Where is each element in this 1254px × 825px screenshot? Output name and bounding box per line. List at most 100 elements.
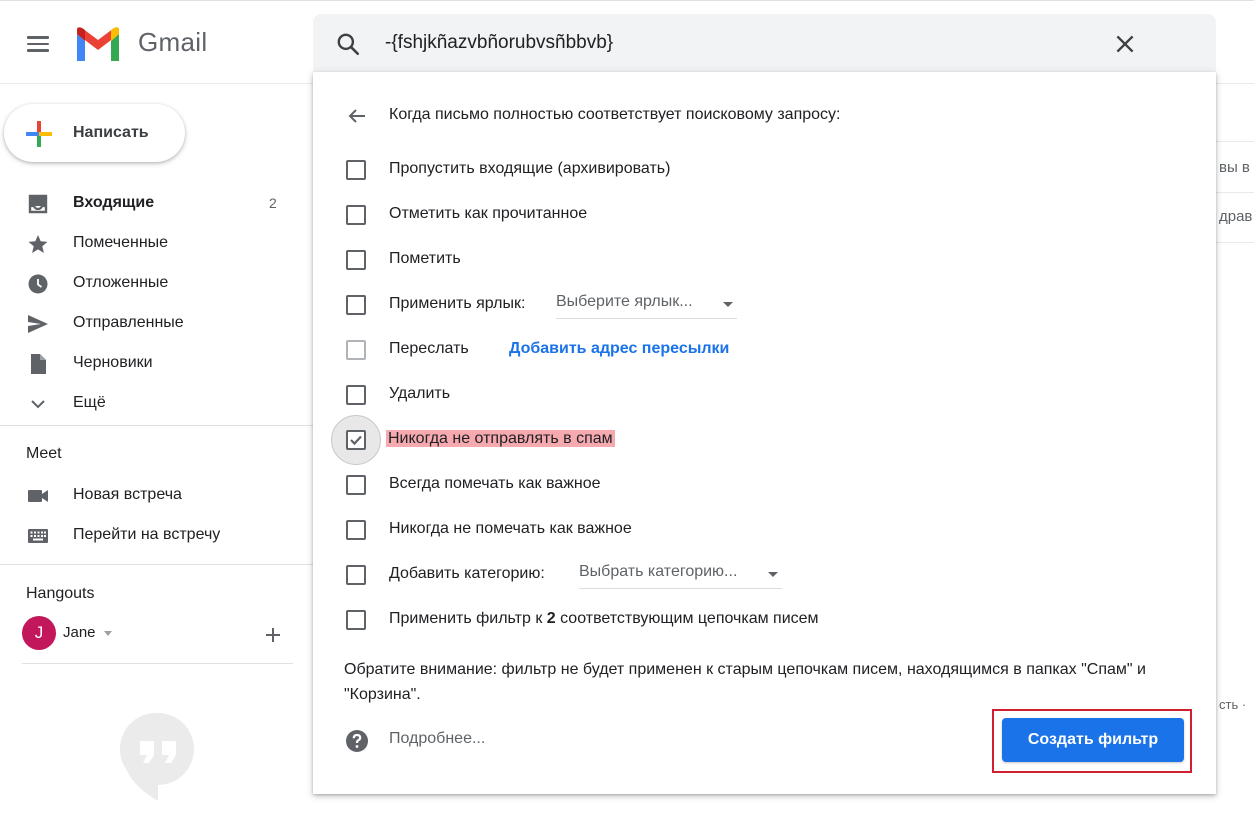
option-category: Добавить категорию: Выбрать категорию... <box>313 559 1216 589</box>
meet-join-meeting[interactable]: Перейти на встречу <box>0 517 300 553</box>
sidebar-item-snoozed[interactable]: Отложенные <box>0 265 300 301</box>
unread-count: 2 <box>269 195 277 211</box>
compose-button[interactable]: Написать <box>4 104 185 162</box>
checkbox[interactable] <box>346 340 366 360</box>
checkbox[interactable] <box>346 385 366 405</box>
gmail-logo-icon[interactable] <box>74 26 122 64</box>
add-forwarding-address-link[interactable]: Добавить адрес пересылки <box>509 340 729 358</box>
chevron-down-icon <box>31 400 45 409</box>
meet-item-label: Перейти на встречу <box>73 526 221 543</box>
menu-bar <box>27 36 49 39</box>
plus-icon <box>26 121 52 147</box>
option-label: Пометить <box>389 250 461 267</box>
sidebar-divider <box>0 564 314 565</box>
sidebar-item-label: Черновики <box>73 354 153 371</box>
filter-dialog: Когда письмо полностью соответствует пои… <box>313 72 1216 794</box>
option-label: Отметить как прочитанное <box>389 205 588 222</box>
sidebar-item-inbox[interactable]: Входящие 2 <box>0 185 300 221</box>
option-label: Никогда не отправлять в спам <box>386 430 615 448</box>
option-star: Пометить <box>313 244 1216 274</box>
mail-row-divider <box>1216 141 1254 142</box>
option-label: Никогда не помечать как важное <box>389 520 632 537</box>
option-apply-existing: Применить фильтр к 2 соответствующим цеп… <box>313 604 1216 634</box>
sidebar-divider <box>0 425 314 426</box>
sidebar-item-label: Входящие <box>73 194 155 211</box>
label-suffix: соответствующим цепочкам писем <box>555 610 819 627</box>
meet-new-meeting[interactable]: Новая встреча <box>0 477 300 513</box>
dropdown-arrow-icon <box>768 572 778 577</box>
dialog-heading: Когда письмо полностью соответствует пои… <box>389 106 841 123</box>
option-mark-read: Отметить как прочитанное <box>313 199 1216 229</box>
footer-snippet: сть · <box>1219 697 1247 712</box>
sidebar-item-label: Отложенные <box>73 274 169 291</box>
checkbox[interactable] <box>346 250 366 270</box>
checkbox[interactable] <box>346 610 366 630</box>
option-never-important: Никогда не помечать как важное <box>313 514 1216 544</box>
hangouts-user-name[interactable]: Jane <box>63 624 96 641</box>
mail-snippet[interactable]: вы в <box>1219 159 1254 176</box>
checkbox-checked[interactable] <box>346 430 366 450</box>
option-apply-label: Применить ярлык: Выберите ярлык... <box>313 289 1216 319</box>
videocam-icon <box>28 490 48 502</box>
sidebar-item-more[interactable]: Ещё <box>0 385 300 421</box>
mail-row-divider <box>1216 192 1254 193</box>
checkbox[interactable] <box>346 295 366 315</box>
sidebar-item-starred[interactable]: Помеченные <box>0 225 300 261</box>
search-input[interactable]: -{fshjkñazvbñorubvsñbbvb} <box>385 32 613 54</box>
back-arrow-icon[interactable] <box>345 104 369 128</box>
label-prefix: Применить фильтр к <box>389 610 547 627</box>
hangouts-divider <box>22 663 293 664</box>
inbox-icon <box>28 194 48 214</box>
option-label: Добавить категорию: <box>389 565 545 582</box>
option-always-important: Всегда помечать как важное <box>313 469 1216 499</box>
thread-count: 2 <box>546 610 556 627</box>
help-icon[interactable] <box>345 729 369 753</box>
category-select[interactable]: Выбрать категорию... <box>579 563 782 589</box>
filter-note: Обратите внимание: фильтр не будет приме… <box>344 661 1146 703</box>
mail-snippet[interactable]: драв <box>1219 208 1254 225</box>
sidebar-item-sent[interactable]: Отправленные <box>0 305 300 341</box>
option-label: Всегда помечать как важное <box>389 475 601 492</box>
highlighted-label: Никогда не отправлять в спам <box>386 430 615 447</box>
dropdown-arrow-icon <box>723 302 733 307</box>
learn-more-link[interactable]: Подробнее... <box>389 730 485 748</box>
checkbox[interactable] <box>346 160 366 180</box>
checkbox[interactable] <box>346 205 366 225</box>
menu-bar <box>27 42 49 46</box>
select-value: Выбрать категорию... <box>579 563 738 580</box>
search-bar[interactable]: -{fshjkñazvbñorubvsñbbvb} <box>313 14 1216 74</box>
menu-bar <box>27 49 49 52</box>
send-icon <box>28 315 48 333</box>
checkbox[interactable] <box>346 475 366 495</box>
sidebar-item-label: Ещё <box>73 394 106 411</box>
mail-row-divider <box>1216 242 1254 243</box>
option-label: Удалить <box>389 385 451 402</box>
option-delete: Удалить <box>313 379 1216 409</box>
keyboard-icon <box>28 529 48 543</box>
option-skip-inbox: Пропустить входящие (архивировать) <box>313 154 1216 184</box>
clock-icon <box>28 274 48 294</box>
checkbox[interactable] <box>346 565 366 585</box>
checkbox[interactable] <box>346 520 366 540</box>
option-label: Применить ярлык: <box>389 295 526 312</box>
compose-label: Написать <box>73 124 149 141</box>
add-contact-icon[interactable] <box>262 624 284 646</box>
hangouts-section-title: Hangouts <box>26 585 95 602</box>
brand-name: Gmail <box>138 27 208 57</box>
label-select[interactable]: Выберите ярлык... <box>556 293 737 319</box>
sidebar-item-label: Помеченные <box>73 234 169 251</box>
meet-section-title: Meet <box>26 445 62 462</box>
sidebar-item-label: Отправленные <box>73 314 184 331</box>
main-menu-button[interactable] <box>18 24 58 64</box>
checkmark-icon <box>350 435 362 446</box>
meet-item-label: Новая встреча <box>73 486 182 503</box>
caret-down-icon[interactable] <box>104 631 112 636</box>
create-filter-button[interactable]: Создать фильтр <box>1002 718 1184 762</box>
avatar[interactable]: J <box>22 616 56 650</box>
select-value: Выберите ярлык... <box>556 293 693 310</box>
close-icon[interactable] <box>1112 31 1138 57</box>
option-label: Переслать <box>389 340 469 357</box>
draft-icon <box>31 354 46 374</box>
search-icon[interactable] <box>335 31 361 57</box>
sidebar-item-drafts[interactable]: Черновики <box>0 345 300 381</box>
